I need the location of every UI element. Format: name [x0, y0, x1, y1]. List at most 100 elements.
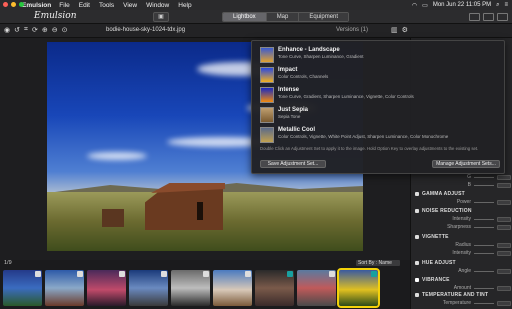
thumbnail[interactable]	[213, 270, 252, 306]
popover-hint: Double Click an Adjustment Set to apply …	[260, 146, 479, 151]
b-value[interactable]	[497, 182, 511, 188]
sort-dropdown[interactable]: Sort By : Name	[356, 260, 400, 266]
thumbnail[interactable]	[87, 270, 126, 306]
edit-icon[interactable]	[245, 271, 251, 277]
edit-icon[interactable]	[161, 271, 167, 277]
thumbnail-selected[interactable]	[337, 268, 380, 308]
edit-icon[interactable]	[203, 271, 209, 277]
retouch-icon[interactable]: ⟳	[32, 26, 38, 34]
thumbnail[interactable]	[45, 270, 84, 306]
zoom-in-icon[interactable]: ⊕	[42, 26, 48, 34]
layout-split-icon[interactable]	[483, 13, 494, 21]
preset-desc: Tone Curve, Gradient, Sharpen Luminance,…	[278, 94, 414, 99]
preset-metallic-cool[interactable]: Metallic Cool Color Controls, Vignette, …	[260, 127, 500, 145]
vignette-header[interactable]: VIGNETTE	[422, 234, 449, 240]
adjustment-sets-popover: Enhance - Landscape Tone Curve, Sharpen …	[251, 40, 505, 174]
edit-icon[interactable]	[77, 271, 83, 277]
temperature-label: Temperature	[442, 300, 471, 306]
manage-adjustment-sets-button[interactable]: Manage Adjustment Sets...	[432, 160, 500, 168]
tab-lightbox[interactable]: Lightbox	[223, 13, 267, 21]
temperature-value[interactable]	[497, 300, 511, 306]
close-window-button[interactable]	[3, 2, 8, 7]
power-slider[interactable]	[474, 201, 494, 203]
menu-window[interactable]: Window	[146, 2, 169, 9]
temp-checkbox[interactable]	[415, 293, 419, 297]
amount-value[interactable]	[497, 285, 511, 291]
temp-header[interactable]: TEMPERATURE AND TINT	[422, 292, 488, 298]
edit-icon[interactable]	[35, 271, 41, 277]
search-icon[interactable]: ⌕	[496, 2, 499, 9]
preset-name: Impact	[278, 67, 298, 73]
wifi-icon[interactable]: ◠	[412, 2, 417, 9]
thumbnail[interactable]	[3, 270, 42, 306]
edit-icon[interactable]	[287, 271, 293, 277]
vibrance-checkbox[interactable]	[415, 278, 419, 282]
amount-slider[interactable]	[474, 287, 494, 289]
gamma-header[interactable]: GAMMA ADJUST	[422, 191, 465, 197]
angle-value[interactable]	[497, 268, 511, 274]
versions-dropdown[interactable]: Versions (1)	[336, 27, 368, 33]
intensity-value[interactable]	[497, 216, 511, 222]
angle-slider[interactable]	[474, 270, 494, 272]
zoom-window-button[interactable]	[19, 2, 24, 7]
vignette-checkbox[interactable]	[415, 235, 419, 239]
import-camera-button[interactable]: ▣	[153, 12, 169, 22]
g-label: G	[467, 174, 471, 180]
layout-single-icon[interactable]	[469, 13, 480, 21]
preset-desc: Color Controls, Vignette, White Point Ad…	[278, 134, 449, 139]
temperature-slider[interactable]	[474, 302, 494, 304]
menu-app-name[interactable]: Emulsion	[22, 2, 51, 9]
tab-equipment[interactable]: Equipment	[299, 13, 349, 21]
g-value[interactable]	[497, 174, 511, 180]
preset-impact[interactable]: Impact Color Controls, Channels	[260, 67, 500, 85]
layout-grid-icon[interactable]	[497, 13, 508, 21]
noise-header[interactable]: NOISE REDUCTION	[422, 208, 472, 214]
hue-header[interactable]: HUE ADJUST	[422, 260, 456, 266]
zoom-fit-icon[interactable]: ⊙	[62, 26, 68, 34]
b-slider[interactable]	[474, 184, 494, 186]
vignette-intensity-value[interactable]	[497, 250, 511, 256]
hue-checkbox[interactable]	[415, 261, 419, 265]
preset-enhance-landscape[interactable]: Enhance - Landscape Tone Curve, Sharpen …	[260, 47, 500, 65]
list-icon[interactable]: ≡	[504, 2, 508, 8]
eye-icon[interactable]: ◉	[4, 26, 10, 34]
clock[interactable]: Mon Jun 22 11:05 PM	[433, 2, 491, 8]
rotate-icon[interactable]: ↺	[14, 26, 20, 34]
menu-file[interactable]: File	[59, 2, 69, 9]
preset-intense[interactable]: Intense Tone Curve, Gradient, Sharpen Lu…	[260, 87, 500, 105]
thumbnail[interactable]	[255, 270, 294, 306]
power-value[interactable]	[497, 199, 511, 205]
edit-icon[interactable]	[329, 271, 335, 277]
radius-value[interactable]	[497, 242, 511, 248]
preset-swatch	[260, 87, 274, 103]
vignette-intensity-slider[interactable]	[474, 252, 494, 254]
menu-edit[interactable]: Edit	[79, 2, 90, 9]
menu-tools[interactable]: Tools	[99, 2, 114, 9]
g-slider[interactable]	[474, 176, 494, 178]
minimize-window-button[interactable]	[11, 2, 16, 7]
sharpness-slider[interactable]	[474, 226, 494, 228]
menu-bar: Emulsion File Edit Tools View Window Hel…	[0, 0, 512, 10]
gear-icon[interactable]: ⚙	[402, 26, 408, 34]
zoom-out-icon[interactable]: ⊖	[52, 26, 58, 34]
menu-help[interactable]: Help	[178, 2, 191, 9]
thumbnail[interactable]	[171, 270, 210, 306]
image-toolbar: ◉ ↺ ⌗ ⟳ ⊕ ⊖ ⊙ bodie-house-sky-1024-tdx.j…	[0, 24, 512, 38]
thumbnail[interactable]	[129, 270, 168, 306]
histogram-icon[interactable]: ▥	[391, 26, 398, 34]
intensity-slider[interactable]	[474, 218, 494, 220]
gamma-checkbox[interactable]	[415, 192, 419, 196]
edit-icon[interactable]	[371, 271, 377, 277]
thumbnail[interactable]	[297, 270, 336, 306]
battery-icon[interactable]: ▭	[422, 2, 428, 9]
crop-icon[interactable]: ⌗	[24, 26, 28, 34]
save-adjustment-set-button[interactable]: Save Adjustment Set...	[260, 160, 326, 168]
radius-slider[interactable]	[474, 244, 494, 246]
vibrance-header[interactable]: VIBRANCE	[422, 277, 450, 283]
noise-checkbox[interactable]	[415, 209, 419, 213]
sharpness-value[interactable]	[497, 224, 511, 230]
edit-icon[interactable]	[119, 271, 125, 277]
tab-map[interactable]: Map	[266, 13, 300, 21]
menu-view[interactable]: View	[123, 2, 137, 9]
preset-just-sepia[interactable]: Just Sepia Sepia Tone	[260, 107, 500, 125]
